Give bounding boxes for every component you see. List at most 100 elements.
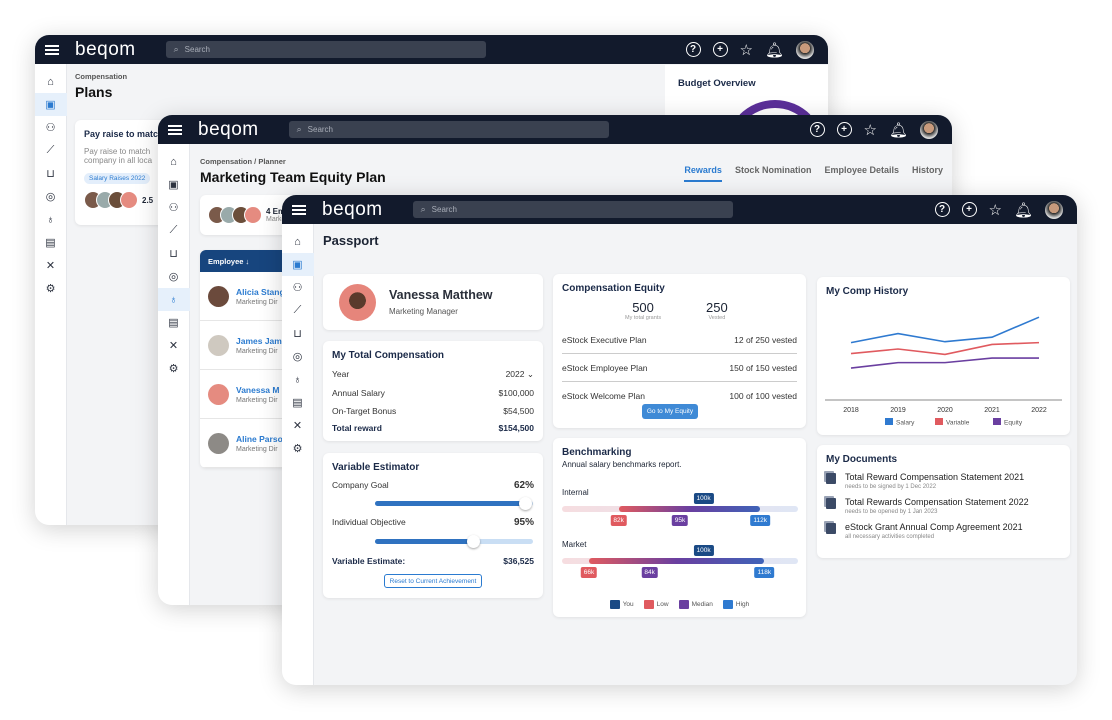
legend-swatch — [935, 418, 943, 425]
employee-role: Marketing Dir — [236, 347, 278, 355]
target-icon[interactable]: ◎ — [35, 185, 67, 208]
card-title: Benchmarking — [562, 447, 632, 458]
plan-tag: Salary Raises 2022 — [84, 173, 151, 184]
passport-window: beqom ⌕ Search? + ☆ 🔔︎ ⌂ ▣ ⚇ ⟋ ⊔ ◎ ♁ ▤ ✕ ⚙ Passport Va… — [282, 195, 1077, 685]
you-marker: 100k — [693, 493, 714, 504]
search-input[interactable]: ⌕ Search — [165, 41, 486, 58]
help-icon[interactable]: ? — [809, 122, 825, 137]
team-icon[interactable]: ⚇ — [35, 116, 67, 139]
bell-icon[interactable]: 🔔︎ — [765, 41, 784, 59]
add-icon[interactable]: + — [836, 122, 852, 137]
inbox-icon[interactable]: ⊔ — [282, 322, 314, 345]
money-bag-icon[interactable]: ♁ — [158, 288, 190, 311]
certificate-icon[interactable]: ▤ — [158, 311, 190, 334]
document-item[interactable]: Total Rewards Compensation Statement 202… — [826, 497, 1061, 515]
certificate-icon[interactable]: ▤ — [282, 391, 314, 414]
x-tick-label: 2020 — [937, 407, 953, 414]
individual-objective-slider[interactable] — [375, 535, 533, 548]
money-bag-icon[interactable]: ♁ — [35, 208, 67, 231]
goal-label: Company Goal — [332, 480, 389, 490]
employee-name[interactable]: Alicia Stang — [236, 287, 285, 297]
plans-icon[interactable]: ▣ — [282, 253, 314, 276]
tab-rewards[interactable]: Rewards — [684, 165, 722, 182]
employee-name[interactable]: Vanessa M — [236, 385, 279, 395]
star-icon[interactable]: ☆ — [740, 41, 753, 59]
tab-stock-nomination[interactable]: Stock Nomination — [735, 165, 812, 182]
certificate-icon[interactable]: ▤ — [35, 231, 67, 254]
add-icon[interactable]: + — [712, 42, 728, 57]
you-marker: 100k — [693, 545, 714, 556]
goal-value: 62% — [513, 480, 534, 491]
legend-swatch — [993, 418, 1001, 425]
menu-icon[interactable] — [45, 44, 59, 55]
gear-icon[interactable]: ⚙ — [35, 277, 67, 300]
money-bag-icon[interactable]: ♁ — [282, 368, 314, 391]
gear-icon[interactable]: ⚙ — [158, 357, 190, 380]
help-icon[interactable]: ? — [934, 202, 950, 217]
search-input[interactable]: ⌕ Search — [412, 201, 733, 218]
help-icon[interactable]: ? — [685, 42, 701, 57]
company-goal-slider[interactable] — [375, 497, 533, 510]
analytics-icon[interactable]: ⟋ — [158, 219, 190, 242]
low-marker: 82k — [610, 515, 627, 526]
target-icon[interactable]: ◎ — [158, 265, 190, 288]
reset-button[interactable]: Reset to Current Achievement — [384, 574, 482, 588]
tools-icon[interactable]: ✕ — [282, 414, 314, 437]
high-marker: 112k — [750, 515, 771, 526]
avatar[interactable] — [796, 40, 814, 59]
top-bar: beqom ⌕ Search? + ☆ 🔔︎ — [35, 35, 828, 64]
search-icon: ⌕ — [173, 44, 179, 54]
team-icon[interactable]: ⚇ — [282, 276, 314, 299]
card-title: My Total Compensation — [332, 350, 445, 361]
document-icon — [826, 473, 836, 484]
legend-label: Equity — [1004, 420, 1023, 427]
team-icon[interactable]: ⚇ — [158, 196, 190, 219]
analytics-icon[interactable]: ⟋ — [282, 299, 314, 322]
document-item[interactable]: eStock Grant Annual Comp Agreement 2021 a… — [826, 522, 1061, 540]
target-icon[interactable]: ◎ — [282, 345, 314, 368]
profile-avatar — [339, 283, 376, 321]
employee-name[interactable]: Aline Parso — [236, 434, 283, 444]
inbox-icon[interactable]: ⊔ — [158, 242, 190, 265]
go-to-equity-button[interactable]: Go to My Equity — [642, 404, 698, 419]
compensation-equity-card: Compensation Equity 500 My total grants 2… — [553, 274, 806, 428]
median-marker: 84k — [641, 567, 658, 578]
tab-history[interactable]: History — [912, 165, 943, 182]
bell-icon[interactable]: 🔔︎ — [889, 121, 908, 139]
slider-handle[interactable] — [519, 497, 533, 510]
star-icon[interactable]: ☆ — [864, 121, 877, 139]
goal-label: Individual Objective — [332, 517, 406, 527]
avatar — [208, 334, 229, 356]
tools-icon[interactable]: ✕ — [158, 334, 190, 357]
home-icon[interactable]: ⌂ — [282, 230, 314, 253]
bell-icon[interactable]: 🔔︎ — [1014, 201, 1033, 219]
tab-employee-details[interactable]: Employee Details — [824, 165, 899, 182]
employee-name[interactable]: James Jam — [236, 336, 282, 346]
add-icon[interactable]: + — [961, 202, 977, 217]
comp-history-chart: 2018 2019 2020 2021 2022 Salary Variable Equity — [825, 316, 1062, 427]
home-icon[interactable]: ⌂ — [35, 70, 67, 93]
total-value: $154,500 — [498, 423, 534, 433]
avatar[interactable] — [1045, 200, 1063, 219]
avatar[interactable] — [920, 120, 938, 139]
benchmark-track — [562, 558, 798, 564]
star-icon[interactable]: ☆ — [989, 201, 1002, 219]
plans-icon[interactable]: ▣ — [158, 173, 190, 196]
sidebar: ⌂ ▣ ⚇ ⟋ ⊔ ◎ ♁ ▤ ✕ ⚙ — [158, 144, 190, 605]
menu-icon[interactable] — [168, 124, 182, 135]
legend-swatch — [885, 418, 893, 425]
document-item[interactable]: Total Reward Compensation Statement 2021… — [826, 472, 1061, 490]
menu-icon[interactable] — [292, 204, 306, 215]
search-input[interactable]: ⌕ Search — [288, 121, 609, 138]
legend-item: Low — [643, 600, 669, 609]
inbox-icon[interactable]: ⊔ — [35, 162, 67, 185]
analytics-icon[interactable]: ⟋ — [35, 139, 67, 162]
plans-icon[interactable]: ▣ — [35, 93, 67, 116]
avatar — [244, 206, 262, 224]
tools-icon[interactable]: ✕ — [35, 254, 67, 277]
slider-handle[interactable] — [466, 535, 480, 548]
equity-plan-row: eStock Employee Plan 150 of 150 vested — [562, 354, 797, 382]
year-select[interactable]: 2022 ⌄ — [506, 369, 534, 380]
home-icon[interactable]: ⌂ — [158, 150, 190, 173]
gear-icon[interactable]: ⚙ — [282, 437, 314, 460]
